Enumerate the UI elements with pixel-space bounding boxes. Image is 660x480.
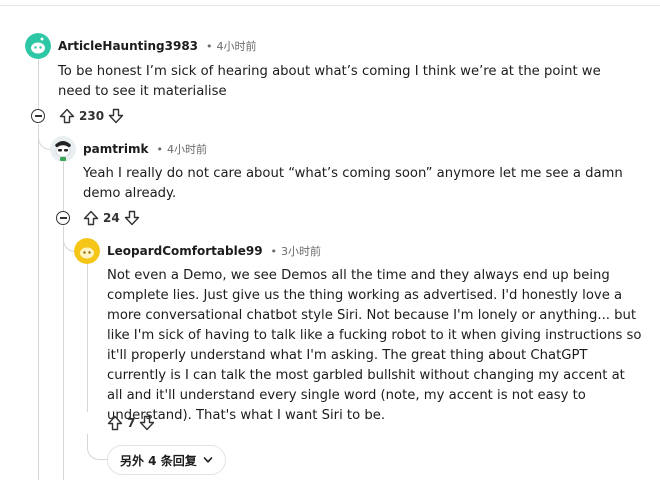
snoo-avatar-icon [74,238,100,264]
username[interactable]: pamtrimk [83,142,148,156]
thread-line-level-1-continued [38,124,39,480]
downvote-icon[interactable] [138,414,156,432]
vote-count: 7 [127,416,136,430]
username[interactable]: LeopardComfortable99 [107,244,263,258]
timestamp[interactable]: 4小时前 [217,38,257,54]
chevron-down-icon [203,457,213,463]
snoo-avatar-icon [25,33,51,59]
avatar[interactable] [74,238,100,264]
timestamp[interactable]: 3小时前 [281,243,321,259]
vote-count: 230 [79,109,105,123]
thread-line-level-3 [87,262,88,412]
comment-meta: pamtrimk • 4小时前 [83,141,207,157]
vote-actions: 230 [58,106,125,126]
downvote-icon[interactable] [107,107,125,125]
thread-line-level-2 [63,160,64,212]
snoo-avatar-icon [50,136,76,162]
header-divider [0,0,660,6]
upvote-icon[interactable] [82,209,100,227]
comment-meta: ArticleHaunting3983 • 4小时前 [58,38,257,54]
meta-separator: • [270,244,278,258]
meta-separator: • [156,142,163,156]
minus-icon [34,115,42,117]
thread-connector-curve [87,434,107,460]
vote-actions: 7 [106,413,156,433]
thread-line-level-1 [38,58,39,116]
avatar[interactable] [25,33,51,59]
collapse-thread-button[interactable] [56,211,70,225]
timestamp[interactable]: 4小时前 [167,141,207,157]
downvote-icon[interactable] [123,209,141,227]
more-replies-label: 另外 4 条回复 [120,453,197,468]
upvote-icon[interactable] [106,414,124,432]
thread-line-level-2-continued [63,226,64,480]
meta-separator: • [206,39,213,53]
collapse-thread-button[interactable] [31,109,45,123]
comment-body: Yeah I really do not care about “what’s … [83,166,623,201]
comment-body: Not even a Demo, we see Demos all the ti… [107,268,642,423]
vote-actions: 24 [82,208,141,228]
comment-body: To be honest I’m sick of hearing about w… [58,64,601,99]
minus-icon [59,217,67,219]
upvote-icon[interactable] [58,107,76,125]
more-replies-button[interactable]: 另外 4 条回复 [107,445,226,475]
comment-meta: LeopardComfortable99 • 3小时前 [107,243,321,259]
vote-count: 24 [103,211,120,225]
username[interactable]: ArticleHaunting3983 [58,39,198,53]
avatar[interactable] [50,136,76,162]
